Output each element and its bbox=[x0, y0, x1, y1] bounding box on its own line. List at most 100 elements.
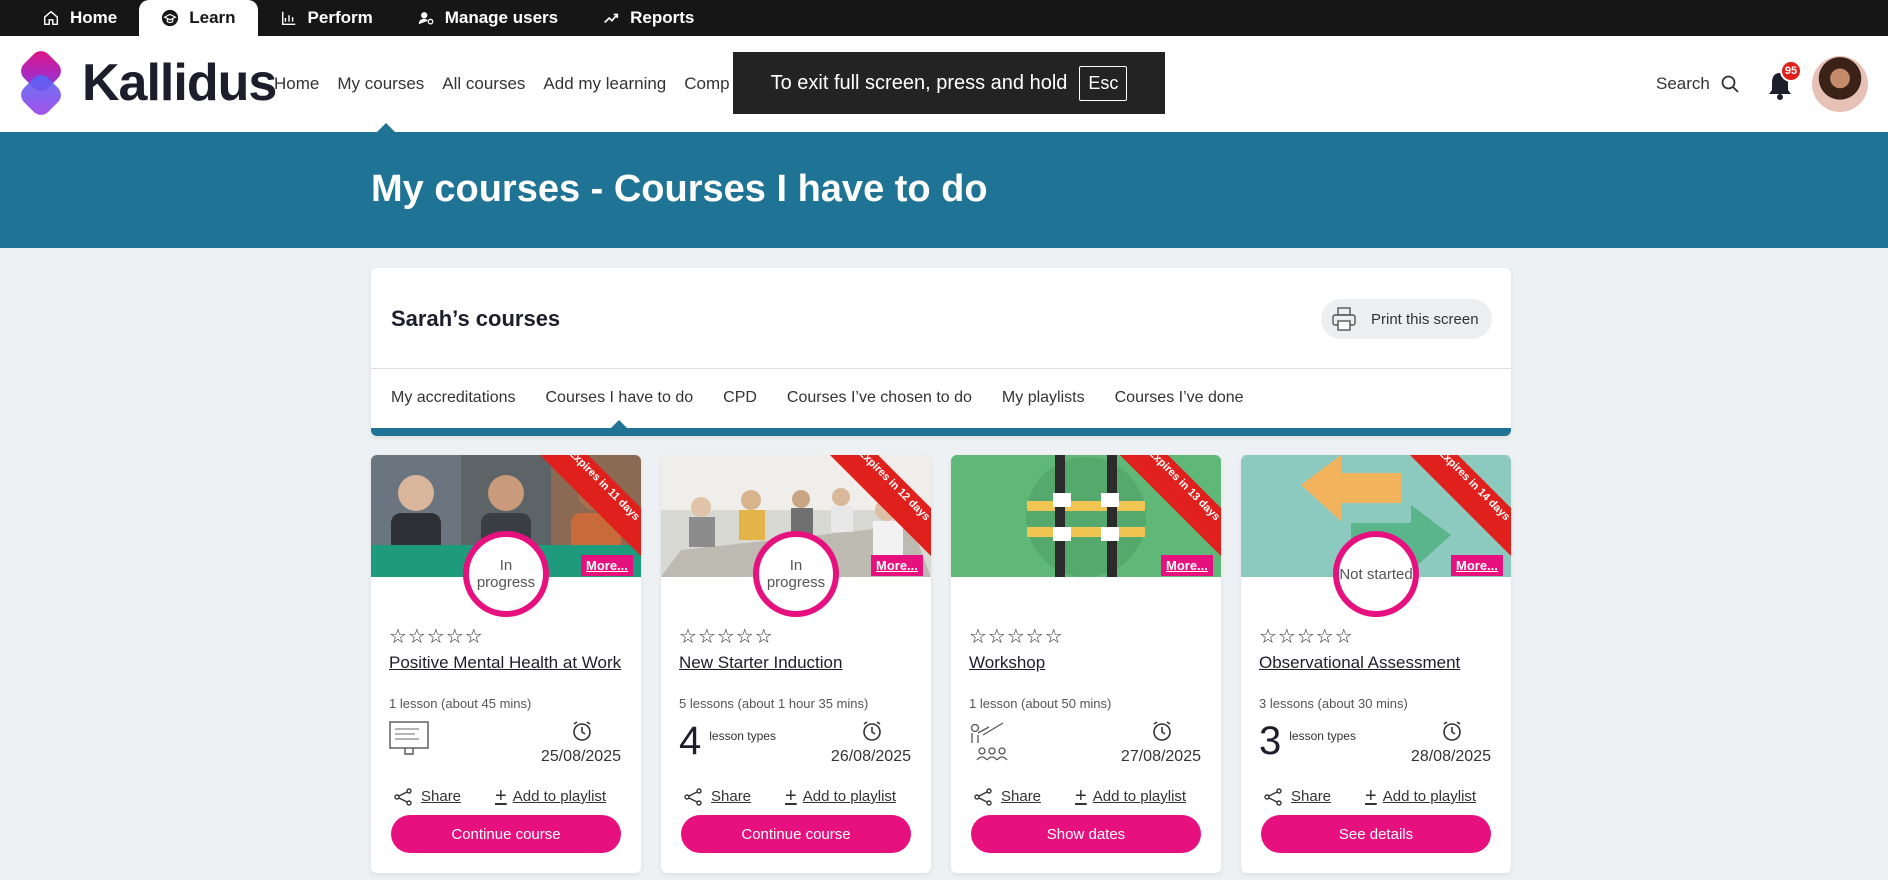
add-to-playlist-label: Add to playlist bbox=[1092, 788, 1187, 805]
card-actions: Share + Add to playlist bbox=[683, 785, 923, 808]
top-item-perform[interactable]: Perform bbox=[258, 0, 395, 36]
rating-stars[interactable]: ☆☆☆☆☆ bbox=[969, 624, 1064, 649]
top-item-learn[interactable]: Learn bbox=[139, 0, 258, 36]
tab-courses-i-have-to-do[interactable]: Courses I have to do bbox=[546, 368, 694, 428]
top-item-manage-users[interactable]: Manage users bbox=[395, 0, 580, 36]
classroom-icon bbox=[970, 722, 1008, 761]
panel-accent-bar bbox=[371, 428, 1511, 436]
status-badge: In progress bbox=[753, 531, 839, 617]
show-dates-button[interactable]: Show dates bbox=[971, 815, 1201, 853]
esc-key: Esc bbox=[1079, 65, 1128, 101]
tab-my-accreditations[interactable]: My accreditations bbox=[391, 368, 516, 428]
alarm-clock-icon bbox=[863, 721, 881, 741]
status-badge: Not started bbox=[1333, 531, 1419, 617]
top-item-label: Manage users bbox=[444, 8, 559, 27]
more-link[interactable]: More... bbox=[871, 555, 923, 576]
tab-courses-chosen[interactable]: Courses I’ve chosen to do bbox=[787, 368, 972, 428]
course-title-link[interactable]: Observational Assessment bbox=[1259, 653, 1499, 673]
more-link[interactable]: More... bbox=[1451, 555, 1503, 576]
elearning-icon bbox=[389, 721, 429, 755]
brand-logo[interactable]: Kallidus bbox=[18, 46, 277, 120]
add-to-playlist-button[interactable]: + Add to playlist bbox=[1365, 785, 1476, 808]
due-date: 27/08/2025 bbox=[1120, 748, 1201, 765]
plus-icon: + bbox=[1075, 785, 1087, 807]
top-item-label: Perform bbox=[307, 8, 373, 27]
share-icon bbox=[974, 787, 992, 806]
nav-add-my-learning[interactable]: Add my learning bbox=[543, 36, 676, 132]
rating-stars[interactable]: ☆☆☆☆☆ bbox=[389, 624, 484, 649]
home-icon bbox=[43, 10, 59, 26]
share-button[interactable]: Share bbox=[1263, 787, 1331, 807]
search-label: Search bbox=[1656, 74, 1710, 93]
share-label: Share bbox=[421, 788, 462, 805]
lesson-type bbox=[969, 721, 1011, 765]
alarm-clock-icon bbox=[573, 721, 591, 741]
courses-panel: Sarah’s courses Print this screen My acc… bbox=[371, 268, 1511, 436]
course-card: Expires in 14 days Not started More... ☆… bbox=[1241, 455, 1511, 873]
lesson-type-count: 4 bbox=[679, 719, 702, 763]
share-icon bbox=[1264, 787, 1282, 806]
lesson-type-count: 3 bbox=[1259, 719, 1282, 763]
print-button[interactable]: Print this screen bbox=[1321, 299, 1492, 339]
nav-all-courses[interactable]: All courses bbox=[442, 36, 535, 132]
add-to-playlist-button[interactable]: + Add to playlist bbox=[1075, 785, 1186, 808]
share-label: Share bbox=[1001, 788, 1042, 805]
share-icon bbox=[394, 787, 412, 806]
status-badge: In progress bbox=[463, 531, 549, 617]
course-card: Expires in 12 days In progress More... ☆… bbox=[661, 455, 931, 873]
user-avatar[interactable] bbox=[1812, 56, 1868, 112]
rating-stars[interactable]: ☆☆☆☆☆ bbox=[1259, 624, 1354, 649]
continue-course-button[interactable]: Continue course bbox=[391, 815, 621, 853]
nav-home[interactable]: Home bbox=[274, 36, 329, 132]
main-navigation: Home My courses All courses Add my learn… bbox=[274, 36, 748, 132]
tab-courses-done[interactable]: Courses I’ve done bbox=[1115, 368, 1244, 428]
notification-badge: 95 bbox=[1780, 60, 1802, 82]
lesson-summary: 3 lessons (about 30 mins) bbox=[1259, 696, 1408, 711]
course-title-link[interactable]: New Starter Induction bbox=[679, 653, 919, 673]
alarm-clock-icon bbox=[1443, 721, 1461, 741]
course-title-link[interactable]: Workshop bbox=[969, 653, 1209, 673]
share-button[interactable]: Share bbox=[683, 787, 751, 807]
due-date: 25/08/2025 bbox=[540, 748, 621, 765]
nav-my-courses[interactable]: My courses bbox=[337, 36, 434, 132]
fullscreen-exit-notice: To exit full screen, press and hold Esc bbox=[733, 52, 1165, 114]
rating-stars[interactable]: ☆☆☆☆☆ bbox=[679, 624, 774, 649]
more-link[interactable]: More... bbox=[1161, 555, 1213, 576]
top-item-home[interactable]: Home bbox=[20, 0, 139, 36]
plus-icon: + bbox=[785, 785, 797, 807]
graduation-cap-icon bbox=[162, 9, 179, 27]
lesson-type bbox=[389, 721, 429, 765]
printer-icon bbox=[1332, 307, 1356, 331]
user-gear-icon bbox=[418, 12, 434, 25]
add-to-playlist-button[interactable]: + Add to playlist bbox=[785, 785, 896, 808]
card-actions: Share + Add to playlist bbox=[1263, 785, 1503, 808]
more-link[interactable]: More... bbox=[581, 555, 633, 576]
course-card: Expires in 11 days In progress More... ☆… bbox=[371, 455, 641, 873]
add-to-playlist-button[interactable]: + Add to playlist bbox=[495, 785, 606, 808]
lesson-summary: 1 lesson (about 50 mins) bbox=[969, 696, 1112, 711]
page-banner: My courses - Courses I have to do bbox=[0, 132, 1888, 248]
share-button[interactable]: Share bbox=[393, 787, 461, 807]
share-label: Share bbox=[1291, 788, 1332, 805]
add-to-playlist-label: Add to playlist bbox=[802, 788, 897, 805]
top-item-label: Reports bbox=[630, 8, 695, 27]
print-label: Print this screen bbox=[1371, 310, 1479, 328]
share-button[interactable]: Share bbox=[973, 787, 1041, 807]
lesson-type-label: lesson types bbox=[709, 729, 776, 743]
tab-cpd[interactable]: CPD bbox=[723, 368, 757, 428]
top-item-reports[interactable]: Reports bbox=[580, 0, 716, 36]
add-to-playlist-label: Add to playlist bbox=[1382, 788, 1477, 805]
tab-my-playlists[interactable]: My playlists bbox=[1002, 368, 1085, 428]
lesson-type: 4 lesson types bbox=[679, 721, 776, 765]
continue-course-button[interactable]: Continue course bbox=[681, 815, 911, 853]
nav-comp[interactable]: Comp bbox=[684, 36, 739, 132]
lesson-summary: 1 lesson (about 45 mins) bbox=[389, 696, 532, 711]
see-details-button[interactable]: See details bbox=[1261, 815, 1491, 853]
top-item-label: Learn bbox=[189, 8, 236, 27]
search-button[interactable]: Search bbox=[1656, 36, 1740, 132]
share-label: Share bbox=[711, 788, 752, 805]
top-item-label: Home bbox=[70, 8, 118, 27]
due-date: 26/08/2025 bbox=[830, 748, 911, 765]
course-title-link[interactable]: Positive Mental Health at Work bbox=[389, 653, 629, 673]
lesson-type: 3 lesson types bbox=[1259, 721, 1356, 765]
